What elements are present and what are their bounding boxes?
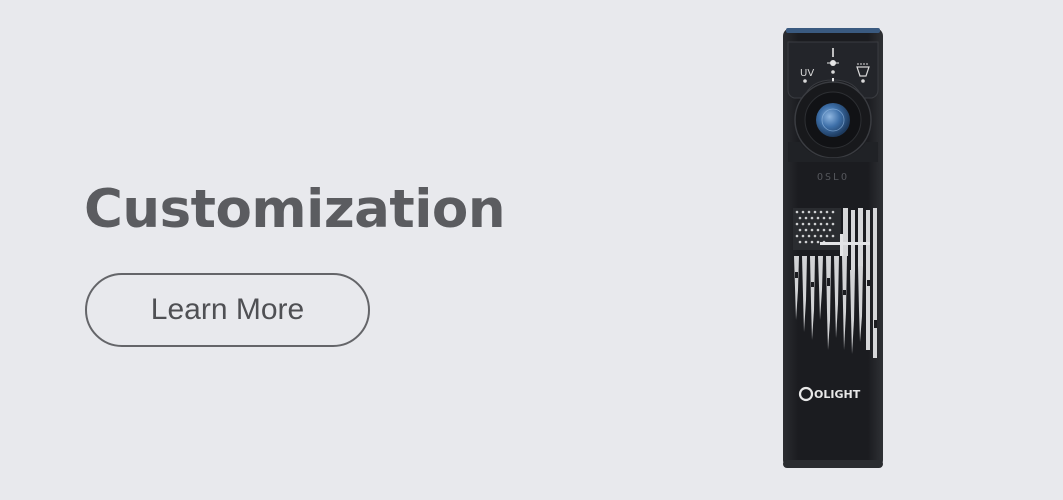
top-lens-rim bbox=[786, 28, 880, 33]
power-button bbox=[816, 103, 850, 137]
svg-text:UV: UV bbox=[800, 68, 814, 79]
promo-banner: Customization Learn More UV OSLO OLIGHT bbox=[0, 0, 1063, 500]
svg-text:OLIGHT: OLIGHT bbox=[814, 388, 861, 401]
flashlight-illustration: UV OSLO OLIGHT bbox=[783, 28, 883, 468]
flashlight-product-image: UV OSLO OLIGHT bbox=[760, 20, 910, 480]
engraving-label: OSLO bbox=[817, 172, 849, 183]
tail-cap bbox=[783, 460, 883, 468]
page-title: Customization bbox=[84, 179, 506, 240]
learn-more-button[interactable]: Learn More bbox=[85, 273, 370, 347]
